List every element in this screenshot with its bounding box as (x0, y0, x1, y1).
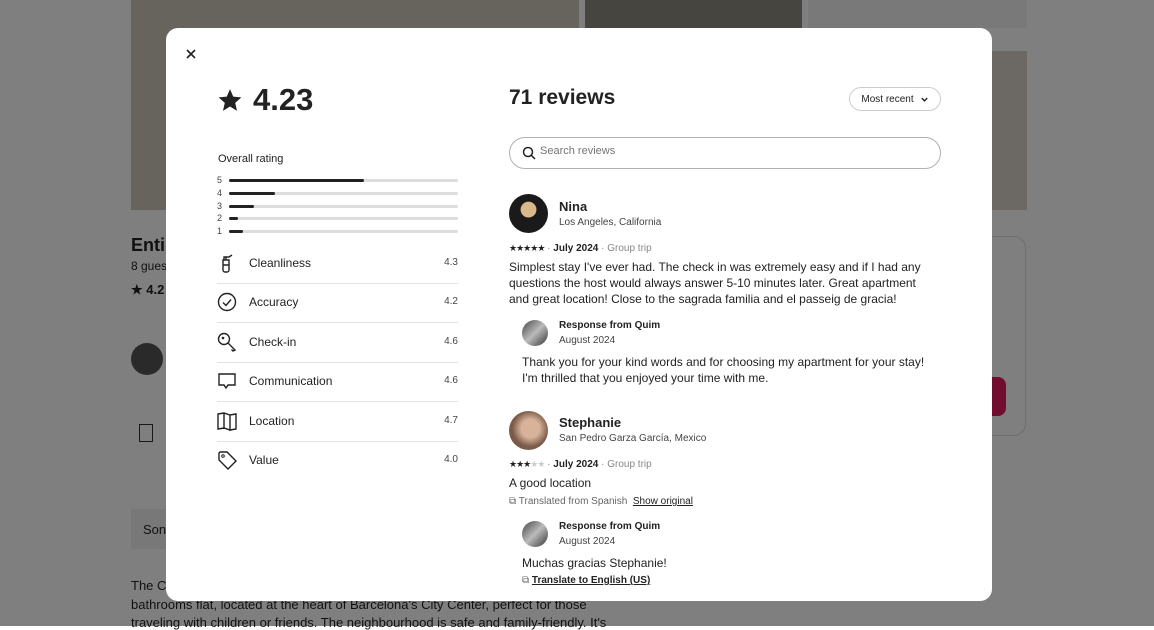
response-text: Muchas gracias Stephanie! (522, 556, 667, 570)
key-icon (217, 332, 237, 352)
show-original-link[interactable]: Show original (633, 496, 693, 507)
translation-note: ⧉ Translated from Spanish Show original (509, 496, 693, 507)
histogram-bar-3 (229, 204, 458, 208)
translate-row: ⧉ Translate to English (US) (522, 575, 650, 586)
category-label: Communication (249, 374, 333, 389)
histogram-label-2: 2 (217, 213, 223, 224)
category-accuracy: Accuracy 4.2 (217, 283, 458, 322)
histogram-fill-3 (229, 204, 255, 208)
star-filled-icon: ★ (537, 243, 545, 253)
overall-rating: 4.23 (217, 82, 313, 118)
category-communication: Communication 4.6 (217, 362, 458, 401)
star-empty-icon: ★ (537, 459, 545, 469)
reviewer-name: Stephanie (559, 415, 622, 430)
chat-bubble-icon (218, 373, 236, 390)
review-text: Simplest stay I've ever had. The check i… (509, 260, 921, 306)
histogram-bar-5 (229, 179, 458, 182)
search-reviews-field[interactable] (509, 137, 941, 169)
histogram-label-3: 3 (217, 200, 223, 211)
review-meta: ★★★★★ · July 2024 · Group trip (509, 243, 652, 254)
host-response-avatar (522, 521, 548, 547)
histogram-fill-2 (229, 217, 239, 221)
histogram-fill-4 (229, 191, 275, 195)
review-trip-type: Group trip (607, 243, 652, 254)
histogram-label-4: 4 (217, 187, 223, 198)
category-cleanliness: Cleanliness 4.3 (217, 244, 458, 283)
category-check-in: Check-in 4.6 (217, 323, 458, 362)
reviewer-location: Los Angeles, California (559, 217, 662, 228)
histogram-label-5: 5 (217, 175, 223, 185)
host-response-avatar (522, 320, 548, 346)
response-date: August 2024 (559, 335, 616, 346)
histogram-label-1: 1 (217, 226, 223, 237)
translate-link[interactable]: Translate to English (US) (532, 575, 650, 586)
translate-icon: ⧉ (522, 575, 530, 586)
reviewer-name: Nina (559, 199, 588, 214)
reviews-count: 71 reviews (509, 86, 616, 109)
reviewer-location: San Pedro Garza García, Mexico (559, 433, 707, 444)
category-label: Location (249, 413, 295, 428)
map-icon (217, 411, 237, 431)
sort-label: Most recent (861, 93, 914, 105)
category-label: Accuracy (249, 295, 299, 310)
overall-rating-label: Overall rating (218, 153, 284, 165)
review-stars: ★★★★★ (509, 243, 545, 253)
review-date: July 2024 (553, 243, 599, 254)
review-meta: ★★★★★ · July 2024 · Group trip (509, 459, 652, 470)
category-value: 4.3 (444, 257, 458, 268)
sort-dropdown[interactable]: Most recent (849, 87, 941, 111)
review-date: July 2024 (553, 459, 599, 470)
response-title: Response from Quim (559, 320, 661, 331)
translate-icon: ⧉ (509, 496, 517, 507)
category-value: Value 4.0 (217, 441, 458, 480)
category-value: 4.6 (444, 375, 458, 387)
translated-from-text: Translated from Spanish (518, 496, 628, 507)
review-text: A good location (509, 476, 592, 490)
tag-icon (218, 451, 237, 470)
response-title: Response from Quim (559, 521, 661, 532)
check-circle-icon (217, 293, 237, 312)
category-label: Value (249, 453, 279, 467)
reviewer-avatar (509, 411, 548, 450)
histogram-fill-5 (229, 179, 365, 182)
category-label: Check-in (249, 334, 297, 349)
category-label: Cleanliness (249, 256, 312, 270)
category-value: 4.2 (444, 296, 458, 308)
review-trip-type: Group trip (607, 459, 652, 470)
histogram-bar-1 (229, 230, 458, 234)
histogram-fill-1 (229, 230, 243, 234)
category-value: 4.6 (444, 335, 458, 347)
rating-value: 4.23 (253, 82, 314, 117)
review-stars: ★★★★★ (509, 459, 545, 469)
spray-bottle-icon (222, 254, 233, 273)
reviewer-avatar (509, 194, 548, 233)
histogram-bar-4 (229, 191, 458, 195)
response-date: August 2024 (559, 536, 616, 547)
star-icon (218, 89, 242, 111)
search-input[interactable] (540, 145, 920, 157)
category-location: Location 4.7 (217, 402, 458, 441)
category-value: 4.7 (444, 414, 458, 426)
close-icon (186, 49, 196, 59)
chevron-down-icon (920, 97, 928, 102)
reviews-modal: 4.23 Overall rating 5 4 3 2 1 Cleanlines… (166, 28, 992, 601)
category-value: 4.0 (444, 454, 458, 465)
histogram-bar-2 (229, 217, 458, 221)
close-button[interactable] (182, 45, 200, 63)
response-text: Thank you for your kind words and for ch… (522, 355, 925, 385)
search-icon (522, 146, 536, 160)
